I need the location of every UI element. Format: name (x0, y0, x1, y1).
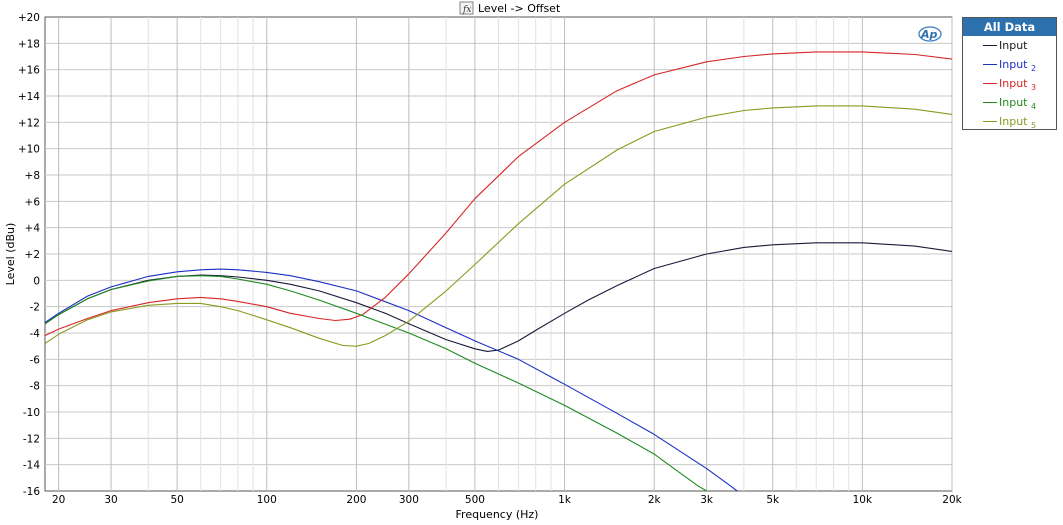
legend-label-text: Input (999, 39, 1028, 52)
legend-swatch (983, 45, 997, 46)
fx-icon-glyph: fx (462, 5, 471, 15)
legend-swatch (983, 102, 997, 103)
y-tick-label: -12 (23, 433, 40, 445)
x-tick-label: 200 (346, 494, 366, 506)
legend-swatch (983, 121, 997, 122)
x-tick-label: 20k (942, 494, 962, 506)
chart-title-text: Level -> Offset (478, 2, 561, 15)
y-tick-label: +18 (18, 38, 40, 50)
legend-label-text: Input (999, 77, 1028, 90)
y-tick-label: -4 (30, 328, 41, 340)
x-tick-label: 20 (52, 494, 65, 506)
y-axis-title: Level (dBu) (4, 223, 17, 286)
y-tick-labels: +20+18+16+14+12+10+8+6+4+20-2-4-6-8-10-1… (18, 12, 40, 498)
legend-label-sub: 5 (1030, 121, 1037, 131)
y-tick-label: +10 (18, 144, 40, 156)
x-tick-label: 1k (558, 494, 572, 506)
x-tick-label: 50 (170, 494, 183, 506)
legend-header[interactable]: All Data (963, 18, 1056, 36)
x-tick-label: 10k (853, 494, 873, 506)
y-tick-label: +8 (25, 170, 40, 182)
x-axis-title: Frequency (Hz) (456, 508, 539, 521)
y-tick-label: -2 (30, 302, 40, 314)
y-tick-label: +4 (25, 223, 41, 235)
y-tick-label: +14 (18, 91, 40, 103)
legend-label-text: Input (999, 58, 1028, 71)
legend-label-text: Input (999, 115, 1028, 128)
x-tick-label: 30 (104, 494, 117, 506)
legend-label-text: Input (999, 96, 1028, 109)
legend-label: Input 5 (999, 112, 1036, 135)
chart-title[interactable]: fx Level -> Offset (459, 1, 561, 15)
y-tick-label: +12 (18, 117, 40, 129)
y-tick-label: 0 (33, 275, 40, 287)
legend-label: Input (999, 36, 1027, 55)
legend-item[interactable]: Input 5 (963, 112, 1056, 131)
y-tick-label: -10 (23, 407, 40, 419)
y-tick-label: +20 (18, 12, 40, 24)
legend-label-sub: 4 (1030, 102, 1037, 112)
legend-item[interactable]: Input 3 (963, 74, 1056, 93)
legend[interactable]: All Data Input Input 2 Input 3 Input 4 Input… (962, 17, 1057, 130)
legend-item[interactable]: Input (963, 36, 1056, 55)
x-tick-label: 2k (648, 494, 662, 506)
legend-label-sub: 2 (1030, 64, 1037, 74)
legend-label-sub: 3 (1030, 83, 1037, 93)
legend-item[interactable]: Input 4 (963, 93, 1056, 112)
y-tick-label: +6 (25, 196, 41, 208)
legend-swatch (983, 64, 997, 65)
y-tick-label: -6 (30, 354, 41, 366)
legend-item[interactable]: Input 2 (963, 55, 1056, 74)
y-tick-label: -8 (30, 381, 40, 393)
x-tick-label: 300 (399, 494, 419, 506)
legend-swatch (983, 83, 997, 84)
x-tick-label: 500 (465, 494, 485, 506)
chart: +20+18+16+14+12+10+8+6+4+20-2-4-6-8-10-1… (4, 1, 963, 521)
legend-rows: Input Input 2 Input 3 Input 4 Input 5 (963, 36, 1056, 131)
x-tick-label: 3k (700, 494, 714, 506)
y-tick-label: -14 (23, 460, 40, 472)
x-tick-labels: 20 30 50 100 200 300 500 1k 2k 3k 5k 10k 20k (52, 494, 963, 506)
y-tick-label: -16 (23, 486, 40, 498)
x-tick-label: 5k (766, 494, 780, 506)
y-tick-label: +2 (25, 249, 40, 261)
y-tick-label: +16 (18, 65, 40, 77)
ap-logo-text: Ap (920, 28, 938, 41)
x-tick-label: 100 (257, 494, 277, 506)
